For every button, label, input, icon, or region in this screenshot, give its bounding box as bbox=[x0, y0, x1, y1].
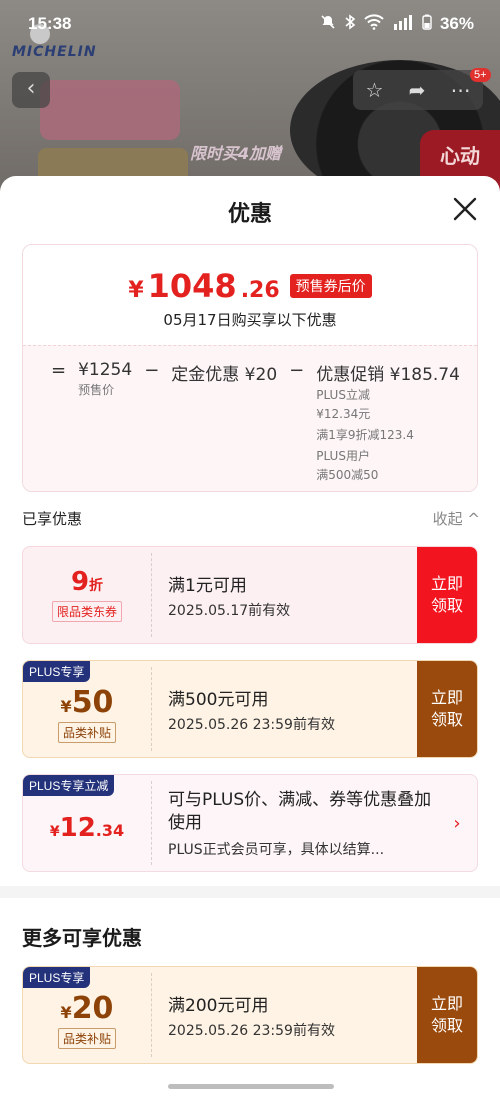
chevron-left-icon: ‹ bbox=[26, 76, 36, 101]
applied-discounts-header: 已享优惠 收起 ^ bbox=[22, 508, 480, 529]
coupon-value-block: 9折 限品类东券 bbox=[23, 547, 151, 643]
collapse-button[interactable]: 收起 ^ bbox=[433, 508, 480, 529]
plus-tag: PLUS专享 bbox=[23, 967, 91, 988]
coupon-value-block: PLUS专享 ¥50 品类补贴 bbox=[23, 661, 151, 757]
coupon-details: 满500元可用 2025.05.26 23:59前有效 bbox=[168, 690, 335, 733]
signal-icon bbox=[392, 14, 414, 35]
coupon-details: 满1元可用 2025.05.17前有效 bbox=[168, 576, 291, 619]
final-price: ¥ 1048 .26 预售券后价 bbox=[23, 245, 477, 305]
coupon-type-label: 品类补贴 bbox=[57, 1028, 116, 1049]
promo-text: 限时买4加赠 bbox=[190, 144, 282, 163]
battery-level: 36% bbox=[439, 14, 474, 33]
coupon-value-block: PLUS专享立减 ¥12.34 bbox=[23, 775, 151, 871]
more-icon[interactable]: ⋯ bbox=[450, 78, 470, 102]
claim-coupon-button[interactable]: 立即领取 bbox=[417, 547, 477, 643]
back-button[interactable]: ‹ bbox=[12, 72, 50, 108]
mute-icon bbox=[320, 14, 336, 35]
coupon-type-label: 限品类东券 bbox=[51, 601, 122, 622]
status-bar: 15:38 36% bbox=[0, 0, 500, 48]
claim-coupon-button[interactable]: 立即领取 bbox=[417, 967, 477, 1063]
deposit-discount-block: 定金优惠 ¥20 bbox=[171, 365, 278, 385]
equals-sign: = bbox=[51, 360, 67, 381]
plus-discount-card[interactable]: PLUS专享立减 ¥12.34 可与PLUS价、满减、券等优惠叠加使用 PLUS… bbox=[22, 774, 478, 872]
sheet-title: 优惠 bbox=[227, 202, 272, 227]
price-breakdown: = ¥1254 预售价 − 定金优惠 ¥20 − 优惠促销 ¥185.74 PL… bbox=[23, 345, 477, 491]
home-indicator[interactable] bbox=[168, 1084, 334, 1089]
status-time: 15:38 bbox=[28, 14, 72, 33]
coupon-type-label: 品类补贴 bbox=[57, 722, 116, 743]
price-tag: 预售券后价 bbox=[289, 274, 372, 298]
more-discounts-title: 更多可享优惠 bbox=[22, 926, 142, 950]
minus-sign: − bbox=[144, 360, 160, 381]
promo-banner bbox=[40, 80, 180, 140]
coupon-card: 9折 限品类东券 满1元可用 2025.05.17前有效 立即领取 bbox=[22, 546, 478, 644]
minus-sign: − bbox=[289, 360, 305, 381]
top-actions: ☆ ➦ ⋯ bbox=[353, 70, 483, 110]
favorite-star-icon[interactable]: ☆ bbox=[366, 78, 384, 102]
coupon-details: 满200元可用 2025.05.26 23:59前有效 bbox=[168, 996, 335, 1039]
coupon-details: 可与PLUS价、满减、券等优惠叠加使用 PLUS正式会员可享，具体以结算... bbox=[168, 790, 432, 858]
coupon-card: PLUS专享 ¥20 品类补贴 满200元可用 2025.05.26 23:59… bbox=[22, 966, 478, 1064]
plus-tag: PLUS专享 bbox=[23, 661, 91, 682]
promo-discount-block: 优惠促销 ¥185.74 PLUS立减 ¥12.34元 满1享9折减123.4 … bbox=[316, 365, 460, 482]
price-summary-card: ¥ 1048 .26 预售券后价 05月17日购买享以下优惠 = ¥1254 预… bbox=[22, 244, 478, 492]
share-icon[interactable]: ➦ bbox=[409, 78, 426, 102]
coupon-card: PLUS专享 ¥50 品类补贴 满500元可用 2025.05.26 23:59… bbox=[22, 660, 478, 758]
coupon-value-block: PLUS专享 ¥20 品类补贴 bbox=[23, 967, 151, 1063]
battery-icon bbox=[422, 14, 432, 35]
chevron-right-icon[interactable]: › bbox=[437, 775, 477, 871]
purchase-date-line: 05月17日购买享以下优惠 bbox=[163, 311, 337, 329]
close-icon bbox=[453, 197, 477, 221]
presale-price-block: ¥1254 预售价 bbox=[78, 360, 133, 397]
message-count-badge: 5+ bbox=[470, 68, 491, 82]
claim-coupon-button[interactable]: 立即领取 bbox=[417, 661, 477, 757]
bluetooth-icon bbox=[344, 13, 356, 35]
sheet-header: 优惠 bbox=[0, 176, 500, 246]
close-button[interactable] bbox=[452, 196, 478, 222]
applied-discounts-title: 已享优惠 bbox=[22, 510, 83, 528]
plus-tag: PLUS专享立减 bbox=[23, 775, 115, 796]
wifi-icon bbox=[364, 13, 384, 35]
discount-sheet: 优惠 ¥ 1048 .26 预售券后价 05月17日购买享以下优惠 = ¥125… bbox=[0, 176, 500, 1100]
section-divider bbox=[0, 886, 500, 898]
